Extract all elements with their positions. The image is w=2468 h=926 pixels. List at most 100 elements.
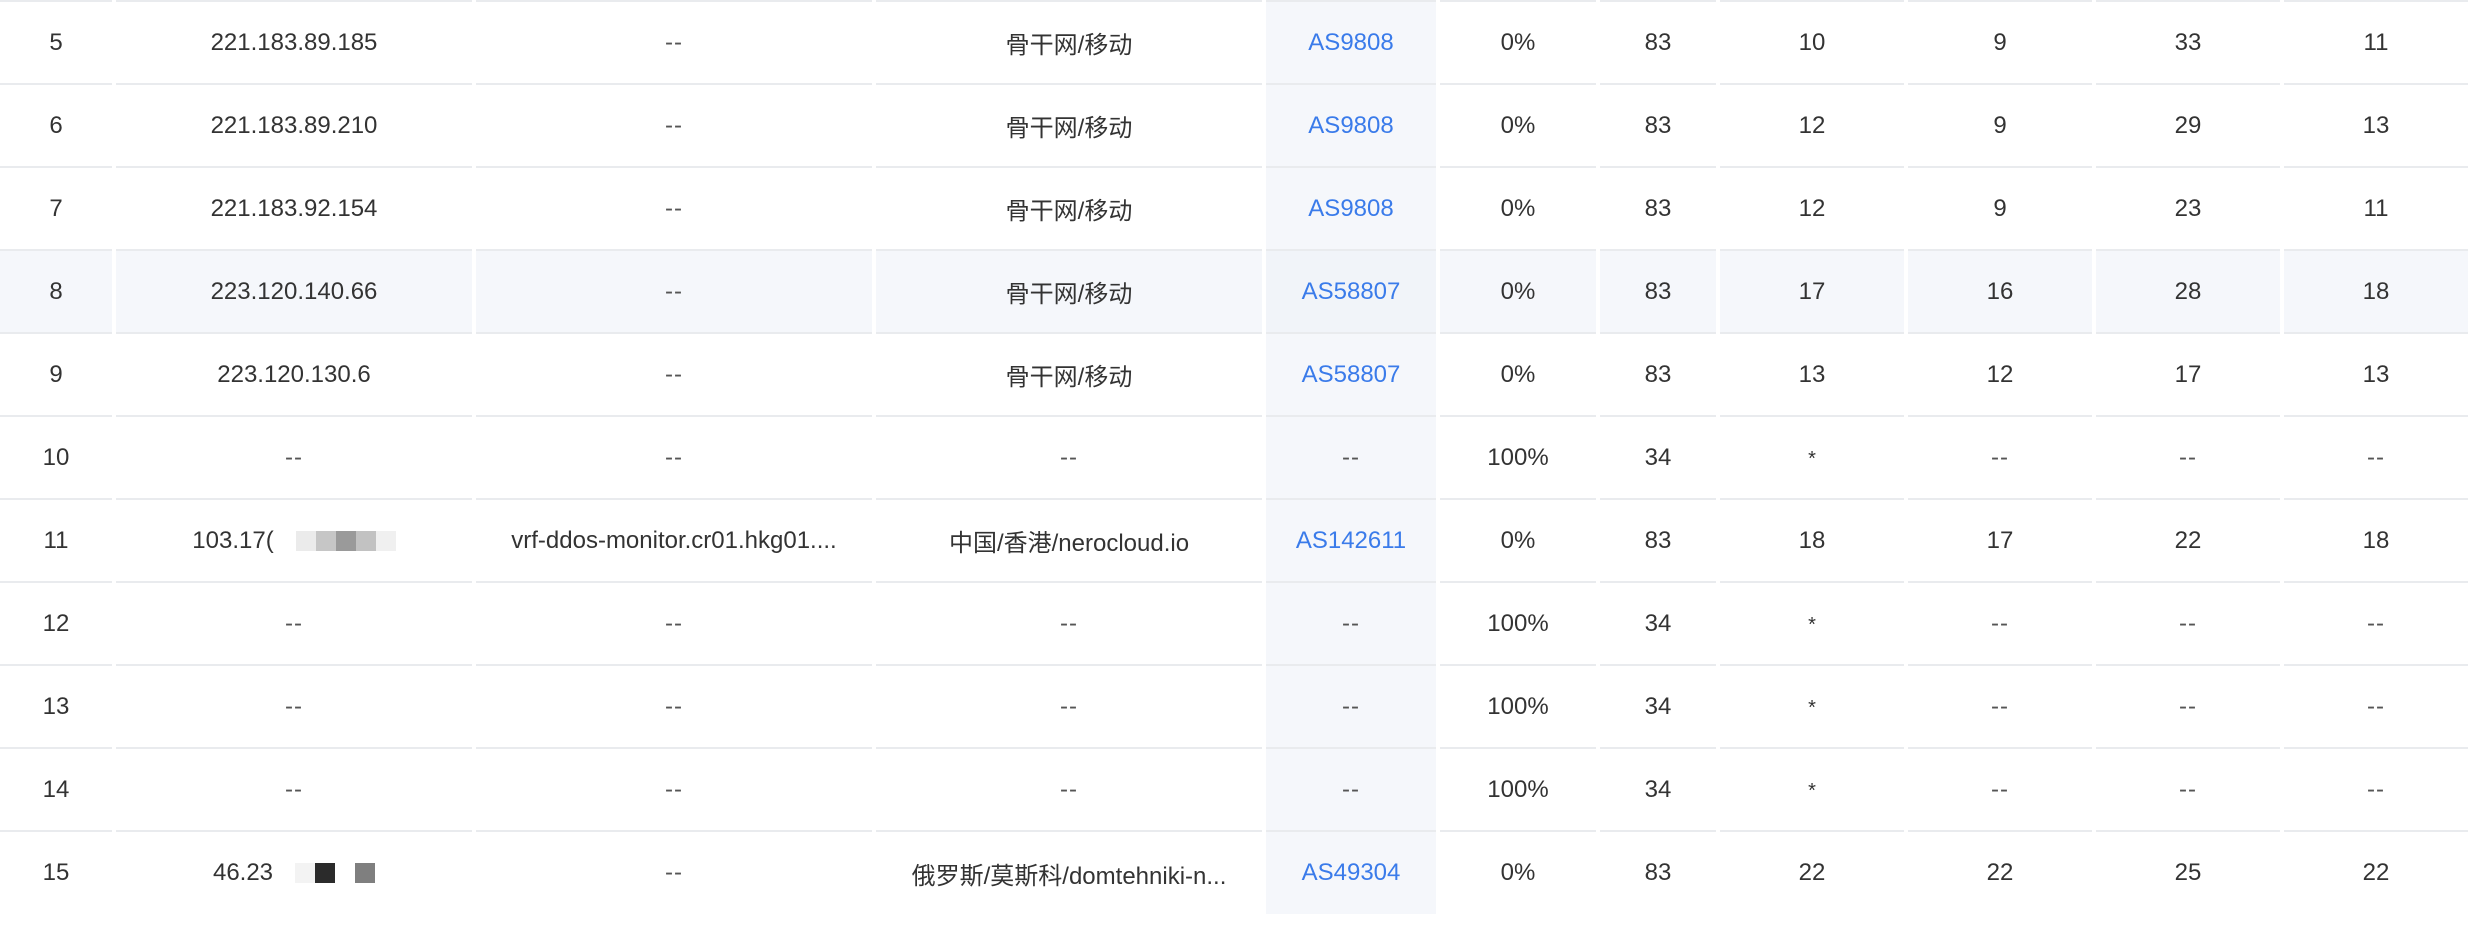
table-row[interactable]: 7 221.183.92.154 -- 骨干网/移动 AS9808 0% 83 12 9 23 11 <box>0 166 2468 250</box>
location-cell: 俄罗斯/莫斯科/domtehniki-n... <box>872 830 1264 914</box>
avg-cell: 18 <box>2280 498 2468 582</box>
cell-value: -- <box>1060 775 1078 803</box>
ip-cell: -- <box>112 581 474 665</box>
worst-cell: 25 <box>2092 830 2282 914</box>
asn-cell[interactable]: AS49304 <box>1262 830 1438 914</box>
cell-value: 22 <box>1986 859 2014 886</box>
location-cell: 骨干网/移动 <box>872 249 1264 333</box>
cell-value: -- <box>1342 609 1360 637</box>
cell-value: 俄罗斯/莫斯科/domtehniki-n... <box>911 862 1227 890</box>
location-cell: -- <box>872 581 1264 665</box>
cell-value: 100% <box>1487 443 1549 471</box>
hop-cell: 13 <box>0 664 114 748</box>
cell-value: -- <box>285 775 303 803</box>
last-cell: 13 <box>1716 332 1906 416</box>
cell-value: * <box>1808 447 1816 470</box>
cell-value: 10 <box>42 443 70 471</box>
cell-value: 83 <box>1644 360 1672 388</box>
best-cell: 9 <box>1904 166 2094 250</box>
cell-value: -- <box>1342 443 1360 471</box>
asn-cell: -- <box>1262 581 1438 665</box>
avg-cell: -- <box>2280 415 2468 499</box>
cell-value: 14 <box>42 775 70 803</box>
cell-value: 23 <box>2174 194 2202 222</box>
hop-cell: 6 <box>0 83 114 167</box>
table-row[interactable]: 8 223.120.140.66 -- 骨干网/移动 AS58807 0% 83 17 16 28… <box>0 249 2468 333</box>
loss-cell: 100% <box>1436 664 1598 748</box>
last-cell: 18 <box>1716 498 1906 582</box>
asn-cell[interactable]: AS9808 <box>1262 0 1438 84</box>
table-row[interactable]: 9 223.120.130.6 -- 骨干网/移动 AS58807 0% 83 13 12 17 1… <box>0 332 2468 416</box>
cell-value: -- <box>2367 775 2385 803</box>
cell-value: 0% <box>1500 277 1536 305</box>
cell-value: -- <box>1991 443 2009 471</box>
avg-cell: 22 <box>2280 830 2468 914</box>
ip-cell: 221.183.92.154 <box>112 166 474 250</box>
last-cell: * <box>1716 747 1906 831</box>
hop-cell: 11 <box>0 498 114 582</box>
asn-link[interactable]: AS58807 <box>1302 278 1401 305</box>
best-cell: 9 <box>1904 83 2094 167</box>
asn-link[interactable]: AS142611 <box>1296 527 1406 554</box>
asn-cell: -- <box>1262 747 1438 831</box>
sent-cell: 83 <box>1596 332 1718 416</box>
ip-with-redaction: 46.23 <box>213 859 376 887</box>
location-cell: -- <box>872 747 1264 831</box>
redaction-mask <box>315 863 336 883</box>
cell-value: 22 <box>2362 859 2390 886</box>
sent-cell: 34 <box>1596 581 1718 665</box>
asn-link[interactable]: AS58807 <box>1302 361 1401 388</box>
last-cell: 12 <box>1716 83 1906 167</box>
worst-cell: 22 <box>2092 498 2282 582</box>
best-cell: -- <box>1904 747 2094 831</box>
asn-cell[interactable]: AS9808 <box>1262 83 1438 167</box>
hop-cell: 10 <box>0 415 114 499</box>
best-cell: 17 <box>1904 498 2094 582</box>
cell-value: 22 <box>2174 526 2202 554</box>
asn-link[interactable]: AS49304 <box>1302 859 1401 886</box>
redaction-mask <box>295 530 316 551</box>
cell-value: 83 <box>1644 859 1672 886</box>
asn-cell[interactable]: AS142611 <box>1262 498 1438 582</box>
table-row[interactable]: 12 -- -- -- -- 100% 34 * -- -- -- <box>0 581 2468 665</box>
asn-cell[interactable]: AS9808 <box>1262 166 1438 250</box>
cell-value: 11 <box>2363 194 2389 222</box>
cell-value: 11 <box>43 526 69 554</box>
asn-link[interactable]: AS9808 <box>1308 29 1393 56</box>
cell-value: 5 <box>49 28 63 56</box>
cell-value: -- <box>665 111 683 139</box>
table-row[interactable]: 14 -- -- -- -- 100% 34 * -- -- -- <box>0 747 2468 831</box>
table-row[interactable]: 11 103.17(vrf-ddos-monitor.cr01.hkg01....… <box>0 498 2468 582</box>
table-row[interactable]: 6 221.183.89.210 -- 骨干网/移动 AS9808 0% 83 12 9 29 13 <box>0 83 2468 167</box>
asn-link[interactable]: AS9808 <box>1308 112 1393 139</box>
avg-cell: -- <box>2280 581 2468 665</box>
asn-cell: -- <box>1262 415 1438 499</box>
sent-cell: 34 <box>1596 664 1718 748</box>
cell-value: 13 <box>1798 360 1826 388</box>
cell-value: 17 <box>1986 526 2014 554</box>
table-row[interactable]: 15 46.23 -- 俄罗斯/莫斯科/domtehniki-n... AS49304 0… <box>0 830 2468 914</box>
hostname-cell: -- <box>472 83 874 167</box>
table-row[interactable]: 13 -- -- -- -- 100% 34 * -- -- -- <box>0 664 2468 748</box>
location-cell: 骨干网/移动 <box>872 83 1264 167</box>
avg-cell: 11 <box>2280 0 2468 84</box>
cell-value: -- <box>2179 692 2197 720</box>
cell-value: 12 <box>1986 360 2014 388</box>
asn-cell[interactable]: AS58807 <box>1262 249 1438 333</box>
cell-value: 骨干网/移动 <box>1005 198 1133 225</box>
ip-cell: 221.183.89.210 <box>112 83 474 167</box>
ip-cell: -- <box>112 664 474 748</box>
hop-cell: 5 <box>0 0 114 84</box>
cell-value: vrf-ddos-monitor.cr01.hkg01.... <box>511 526 837 554</box>
table-row[interactable]: 10 -- -- -- -- 100% 34 * -- -- -- <box>0 415 2468 499</box>
table-row[interactable]: 5 221.183.89.185 -- 骨干网/移动 AS9808 0% 83 10 9 33 11 <box>0 0 2468 84</box>
ip-cell: 46.23 <box>112 830 474 914</box>
hop-cell: 9 <box>0 332 114 416</box>
hop-cell: 14 <box>0 747 114 831</box>
cell-value: 0% <box>1500 360 1536 388</box>
asn-cell[interactable]: AS58807 <box>1262 332 1438 416</box>
asn-link[interactable]: AS9808 <box>1308 195 1393 222</box>
cell-value: -- <box>285 609 303 637</box>
cell-value: * <box>1808 613 1816 636</box>
cell-value: 17 <box>1798 277 1826 305</box>
